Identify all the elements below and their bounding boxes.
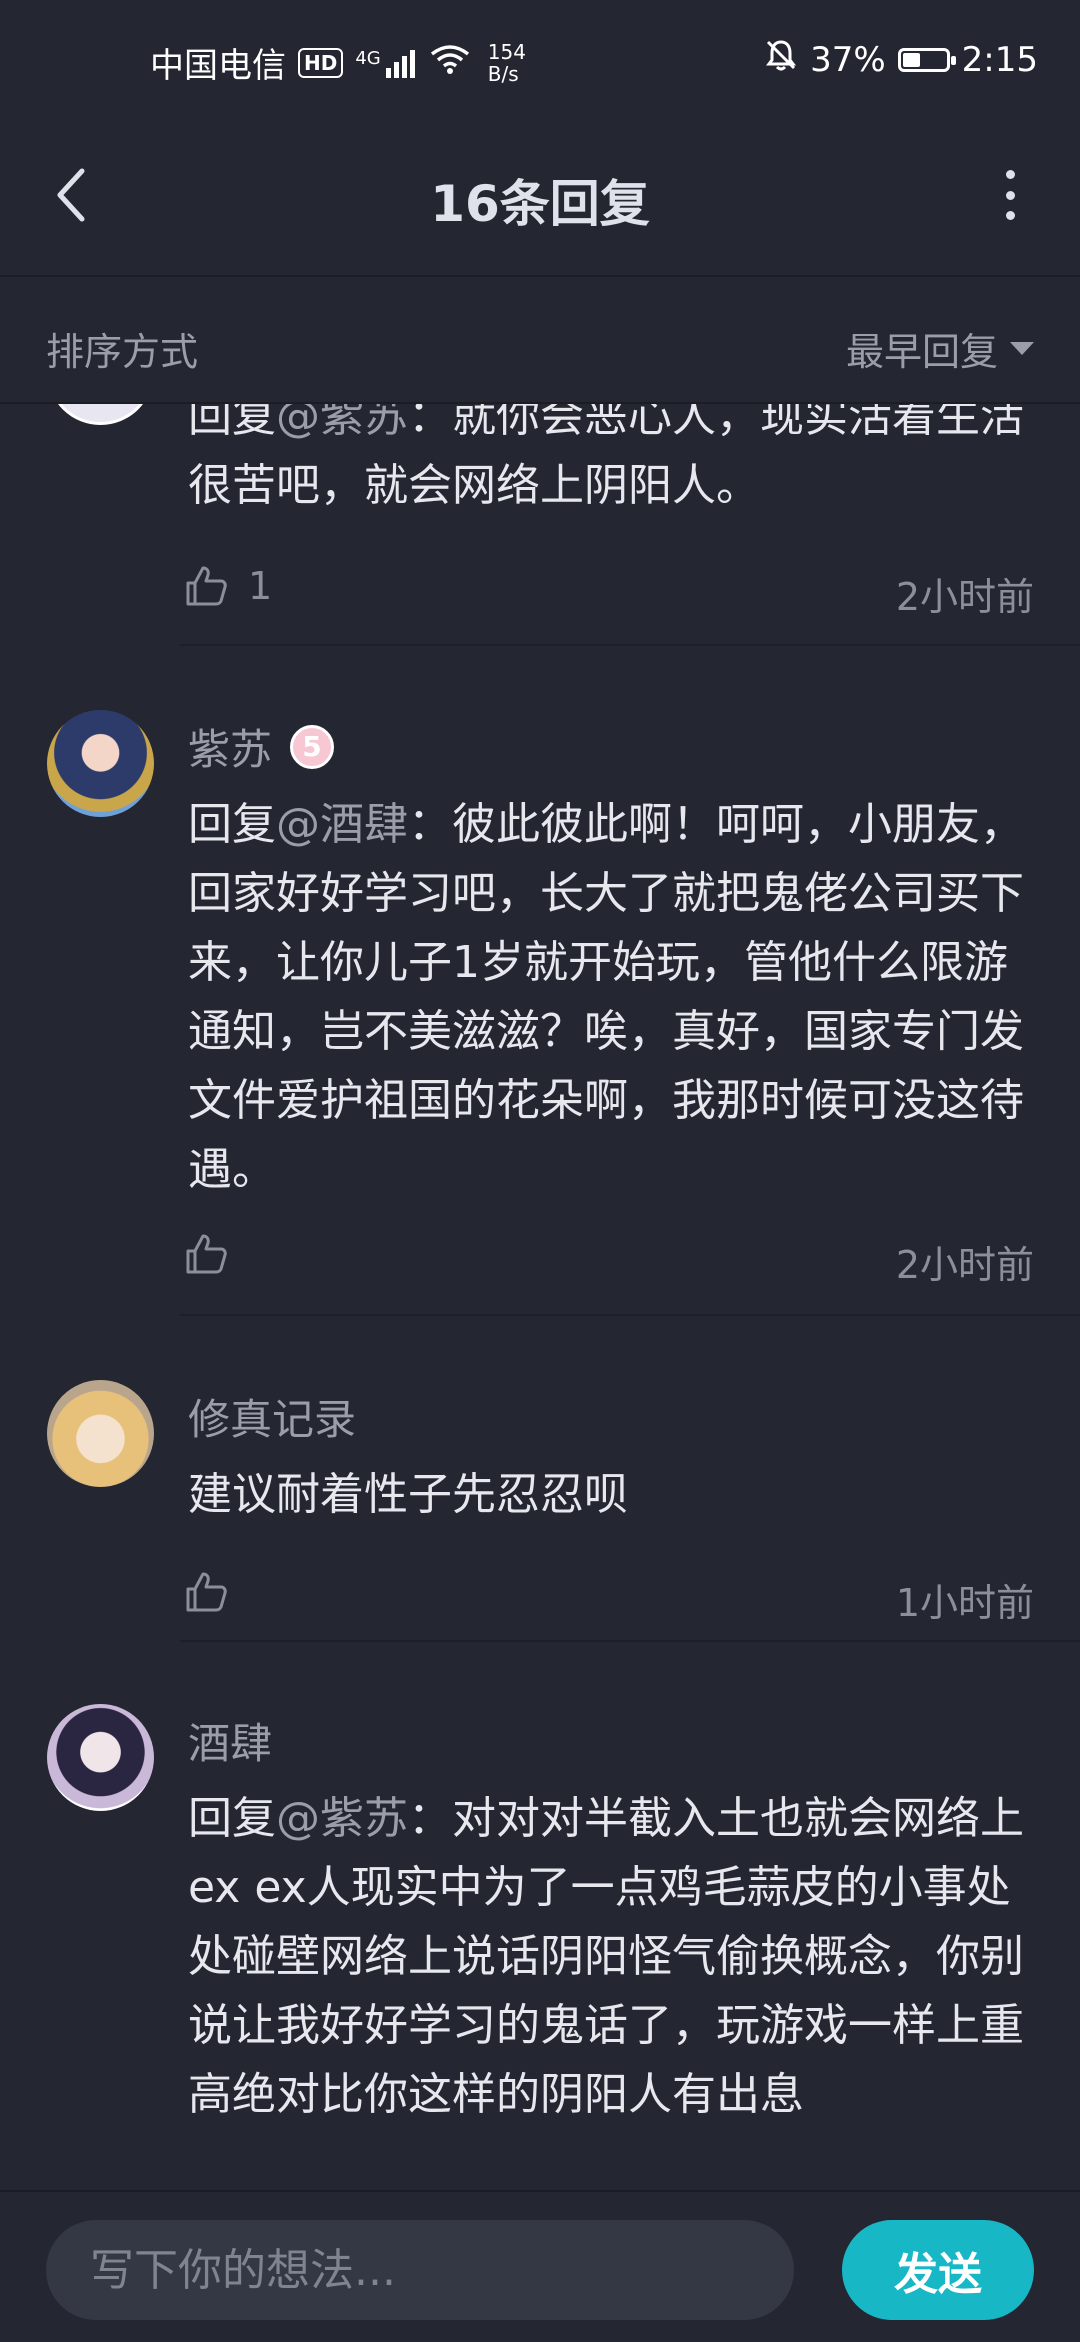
reply-text: 回复@酒肆：彼此彼此啊！呵呵，小朋友，回家好好学习吧，长大了就把鬼佬公司买下来，… bbox=[188, 790, 1030, 1204]
net-speed-value: 154 bbox=[487, 39, 526, 64]
more-dot bbox=[1005, 190, 1015, 200]
send-button[interactable]: 发送 bbox=[842, 2220, 1034, 2320]
hd-badge: HD bbox=[298, 47, 344, 78]
reply-time: 2小时前 bbox=[895, 575, 1034, 619]
status-right: 37% 2:15 bbox=[764, 38, 1038, 81]
reply-meta: 1小时前 bbox=[184, 1570, 1034, 1625]
mute-icon bbox=[764, 38, 798, 81]
user-name[interactable]: 酒肆 bbox=[188, 1710, 272, 1771]
user-name[interactable]: 修真记录 bbox=[188, 1386, 356, 1447]
avatar[interactable] bbox=[47, 402, 154, 425]
battery-percent: 37% bbox=[810, 39, 886, 80]
reply-text: 回复@紫苏：就你会恶心人，现实活着生活很苦吧，就会网络上阴阳人。 bbox=[188, 402, 1030, 520]
app-header: 16条回复 bbox=[0, 120, 1080, 277]
like-count: 1 bbox=[248, 564, 273, 608]
signal-icon: 4G bbox=[355, 48, 417, 78]
avatar[interactable] bbox=[47, 710, 154, 817]
reply-time: 2小时前 bbox=[895, 1243, 1034, 1287]
mention-link[interactable]: @酒肆 bbox=[276, 799, 408, 850]
thumbs-up-icon bbox=[186, 1234, 227, 1274]
sort-dropdown[interactable]: 最早回复 bbox=[846, 321, 1034, 376]
divider bbox=[180, 1640, 1080, 1642]
reply-text: 建议耐着性子先忍忍呗 bbox=[188, 1460, 1030, 1529]
user-name-row: 紫苏 5 bbox=[188, 716, 335, 777]
like-button[interactable]: 1 bbox=[184, 564, 272, 608]
clock: 2:15 bbox=[961, 39, 1038, 80]
divider bbox=[180, 1314, 1080, 1316]
caret-down-icon bbox=[1010, 342, 1034, 355]
signal-type: 4G bbox=[355, 47, 381, 69]
composer-bar: 发送 bbox=[0, 2190, 1080, 2342]
more-button[interactable] bbox=[1000, 170, 1020, 220]
reply-meta: 1 2小时前 bbox=[184, 564, 1034, 619]
reply-prefix: 回复 bbox=[188, 402, 276, 442]
more-dot bbox=[1005, 170, 1015, 179]
status-left: 中国电信 HD 4G 154 B/s bbox=[150, 38, 526, 87]
sort-value: 最早回复 bbox=[845, 330, 998, 374]
more-dot bbox=[1005, 211, 1015, 220]
net-speed-unit: B/s bbox=[487, 61, 519, 86]
mention-link[interactable]: @紫苏 bbox=[276, 1793, 408, 1844]
user-name[interactable]: 紫苏 bbox=[188, 716, 272, 777]
page-title: 16条回复 bbox=[430, 175, 650, 233]
user-name-row: 修真记录 bbox=[188, 1386, 356, 1447]
like-button[interactable] bbox=[184, 1570, 248, 1614]
reply-prefix: 回复 bbox=[188, 1793, 276, 1844]
thumbs-up-icon bbox=[186, 1572, 227, 1612]
avatar[interactable] bbox=[47, 1704, 154, 1811]
avatar[interactable] bbox=[47, 1380, 154, 1487]
reply-time: 1小时前 bbox=[895, 1581, 1034, 1625]
reply-list[interactable]: 回复@紫苏：就你会恶心人，现实活着生活很苦吧，就会网络上阴阳人。 1 2小时前 … bbox=[0, 402, 1080, 2190]
user-name-row: 酒肆 bbox=[188, 1710, 272, 1771]
mention-link[interactable]: @紫苏 bbox=[276, 402, 408, 442]
wifi-icon bbox=[430, 43, 470, 83]
thumbs-up-icon bbox=[186, 566, 227, 606]
divider bbox=[180, 644, 1080, 646]
sort-label: 排序方式 bbox=[46, 330, 199, 374]
battery-icon bbox=[897, 47, 956, 72]
reply-prefix: 回复 bbox=[188, 799, 276, 850]
comment-input[interactable] bbox=[46, 2220, 794, 2320]
reply-content: 建议耐着性子先忍忍呗 bbox=[188, 1469, 628, 1520]
status-bar: 中国电信 HD 4G 154 B/s 37% 2:15 bbox=[0, 0, 1080, 120]
reply-content: ：彼此彼此啊！呵呵，小朋友，回家好好学习吧，长大了就把鬼佬公司买下来，让你儿子1… bbox=[188, 799, 1024, 1195]
user-level-badge: 5 bbox=[290, 724, 335, 769]
sort-bar: 排序方式 最早回复 bbox=[0, 277, 1080, 404]
reply-meta: 2小时前 bbox=[184, 1232, 1034, 1287]
net-speed: 154 B/s bbox=[488, 41, 526, 85]
carrier-name: 中国电信 bbox=[150, 46, 286, 86]
like-button[interactable] bbox=[184, 1232, 248, 1276]
reply-text: 回复@紫苏：对对对半截入土也就会网络上ex ex人现实中为了一点鸡毛蒜皮的小事处… bbox=[188, 1784, 1030, 2129]
